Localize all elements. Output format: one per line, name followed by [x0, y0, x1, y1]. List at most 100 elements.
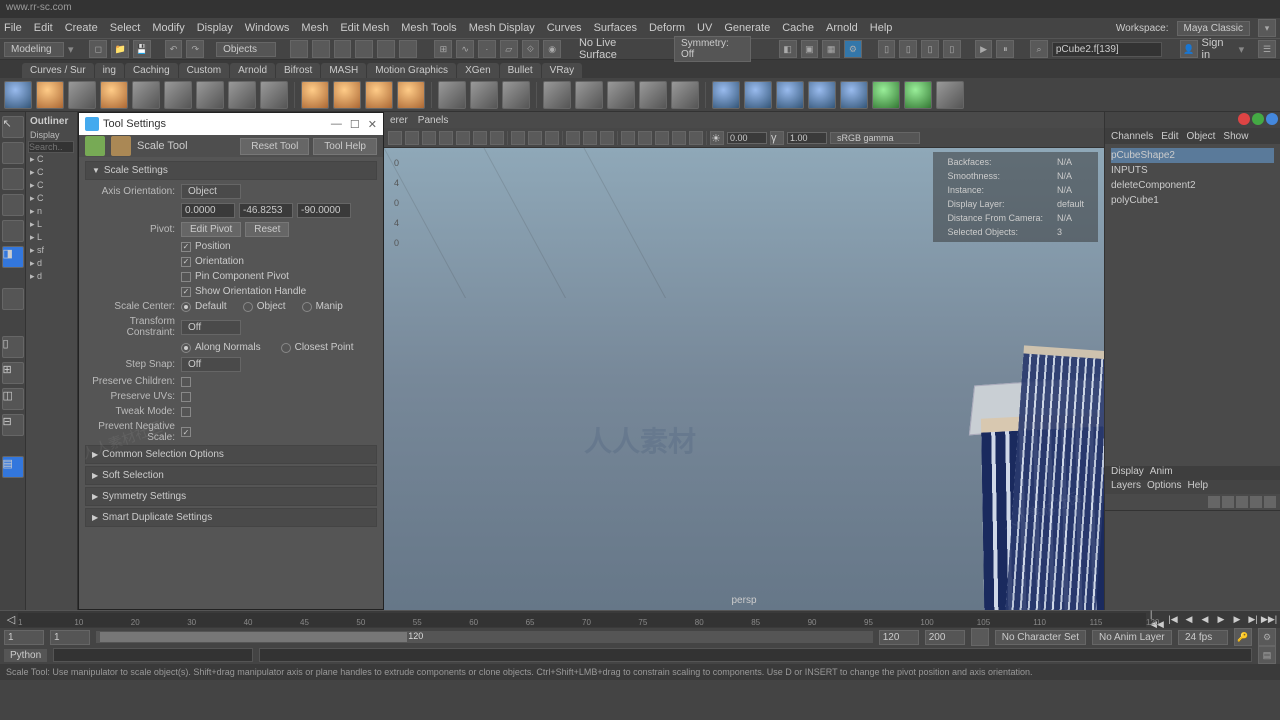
smart-duplicate-section[interactable]: ▶Smart Duplicate Settings [85, 508, 377, 527]
layout-four-icon[interactable]: ⊞ [2, 362, 24, 384]
menu-select[interactable]: Select [110, 22, 141, 34]
shelf-icon-10[interactable] [301, 81, 329, 109]
signin-button[interactable]: Sign in [1202, 37, 1235, 61]
render-settings-icon[interactable]: ⚙ [844, 40, 862, 58]
render-icon[interactable]: ▣ [801, 40, 819, 58]
shelf-icon-17[interactable] [543, 81, 571, 109]
playback-toggle-icon[interactable]: ▶ [975, 40, 993, 58]
rotate-tool-icon[interactable] [2, 220, 24, 242]
shelf-icon-15[interactable] [470, 81, 498, 109]
panel-layout-4[interactable]: ▯ [943, 40, 961, 58]
menu-mesh-display[interactable]: Mesh Display [469, 22, 535, 34]
shelf-icon-9[interactable] [260, 81, 288, 109]
menu-display[interactable]: Display [197, 22, 233, 34]
script-editor-icon[interactable]: ▤ [1258, 646, 1276, 664]
workspace-options-icon[interactable]: ▾ [1258, 19, 1276, 37]
vp-film-icon[interactable] [473, 131, 487, 145]
vp-grid-icon[interactable] [456, 131, 470, 145]
scale-tool-icon[interactable]: ◨ [2, 246, 24, 268]
menu-generate[interactable]: Generate [724, 22, 770, 34]
vp-xray-icon[interactable] [638, 131, 652, 145]
snap-vertex-icon[interactable]: ⟐ [522, 40, 540, 58]
open-scene-icon[interactable]: 📁 [111, 40, 129, 58]
along-normals-radio[interactable] [181, 343, 191, 353]
menu-mesh[interactable]: Mesh [301, 22, 328, 34]
vp-gate-icon[interactable] [490, 131, 504, 145]
menu-arnold[interactable]: Arnold [826, 22, 858, 34]
shelf-tab-7[interactable]: Motion Graphics [367, 63, 456, 78]
pause-icon[interactable]: ⏸ [996, 40, 1014, 58]
range-options-icon[interactable] [971, 628, 989, 646]
snap-grid-icon[interactable]: ⊞ [434, 40, 452, 58]
outliner-item-6[interactable]: ▸ L [28, 231, 75, 244]
layer-tab-options[interactable]: Options [1147, 480, 1181, 494]
vp-exposure-field[interactable] [727, 132, 767, 144]
vp-gamma-icon[interactable]: γ [770, 131, 784, 145]
vp-light-3[interactable] [600, 131, 614, 145]
range-end-field[interactable] [879, 630, 919, 645]
vp-shading-3[interactable] [545, 131, 559, 145]
position-checkbox[interactable]: ✓ [181, 242, 191, 252]
shelf-icon-20[interactable] [639, 81, 667, 109]
layer-icon-3[interactable] [1236, 496, 1248, 508]
shelf-icon-5[interactable] [132, 81, 160, 109]
selmask-6[interactable] [399, 40, 417, 58]
cb-tab-object[interactable]: Object [1187, 131, 1216, 142]
menu-surfaces[interactable]: Surfaces [594, 22, 637, 34]
selection-field[interactable] [1052, 42, 1162, 57]
shelf-icon-21[interactable] [671, 81, 699, 109]
shelf-icon-1[interactable] [4, 81, 32, 109]
outliner-item-4[interactable]: ▸ n [28, 205, 75, 218]
layout-single-icon[interactable]: ▯ [2, 336, 24, 358]
menu-windows[interactable]: Windows [245, 22, 290, 34]
layer-icon-2[interactable] [1222, 496, 1234, 508]
shelf-icon-22[interactable] [712, 81, 740, 109]
maximize-icon[interactable]: ☐ [350, 118, 360, 131]
reset-tool-button[interactable]: Reset Tool [240, 138, 309, 155]
outliner-item-5[interactable]: ▸ L [28, 218, 75, 231]
shelf-icon-4[interactable] [100, 81, 128, 109]
autokey-icon[interactable]: 🔑 [1234, 628, 1252, 646]
outliner-item-3[interactable]: ▸ C [28, 192, 75, 205]
panel-layout-2[interactable]: ▯ [899, 40, 917, 58]
shelf-icon-11[interactable] [333, 81, 361, 109]
menu-help[interactable]: Help [870, 22, 893, 34]
menu-edit-mesh[interactable]: Edit Mesh [340, 22, 389, 34]
rp-dot-red[interactable] [1238, 113, 1250, 125]
edit-pivot-button[interactable]: Edit Pivot [181, 222, 241, 237]
time-slider[interactable]: ◁ 11020304045505560657075808590951001051… [0, 610, 1280, 628]
layout-outliner-icon[interactable]: ▤ [2, 456, 24, 478]
menu-cache[interactable]: Cache [782, 22, 814, 34]
shelf-tab-9[interactable]: Bullet [500, 63, 541, 78]
menu-deform[interactable]: Deform [649, 22, 685, 34]
shelf-icon-3[interactable] [68, 81, 96, 109]
shelf-icon-24[interactable] [776, 81, 804, 109]
shelf-icon-18[interactable] [575, 81, 603, 109]
axis-z-field[interactable] [297, 203, 351, 218]
anim-end-field[interactable] [925, 630, 965, 645]
paint-select-tool-icon[interactable] [2, 168, 24, 190]
outliner-item-2[interactable]: ▸ C [28, 179, 75, 192]
script-lang-dropdown[interactable]: Python [4, 649, 47, 662]
shelf-icon-16[interactable] [502, 81, 530, 109]
step-fwd-key-icon[interactable]: ▶| [1246, 613, 1260, 627]
axis-y-field[interactable] [239, 203, 293, 218]
shelf-icon-26[interactable] [840, 81, 868, 109]
vp-xrayjoint-icon[interactable] [655, 131, 669, 145]
selmask-3[interactable] [334, 40, 352, 58]
new-scene-icon[interactable]: ◻ [89, 40, 107, 58]
charset-dropdown[interactable]: No Character Set [995, 630, 1086, 645]
shelf-tab-0[interactable]: Curves / Sur [22, 63, 94, 78]
shelf-icon-13[interactable] [397, 81, 425, 109]
vp-light-1[interactable] [566, 131, 580, 145]
closest-point-radio[interactable] [281, 343, 291, 353]
vp-wos-icon[interactable] [672, 131, 686, 145]
disp-tab-anim[interactable]: Anim [1150, 466, 1173, 480]
range-start-field[interactable] [50, 630, 90, 645]
layer-tab-help[interactable]: Help [1187, 480, 1208, 494]
selmask-5[interactable] [377, 40, 395, 58]
shelf-icon-6[interactable] [164, 81, 192, 109]
cb-node-2[interactable]: deleteComponent2 [1111, 178, 1274, 193]
step-fwd-icon[interactable]: ▶ [1230, 613, 1244, 627]
prevent-neg-checkbox[interactable]: ✓ [181, 427, 191, 437]
